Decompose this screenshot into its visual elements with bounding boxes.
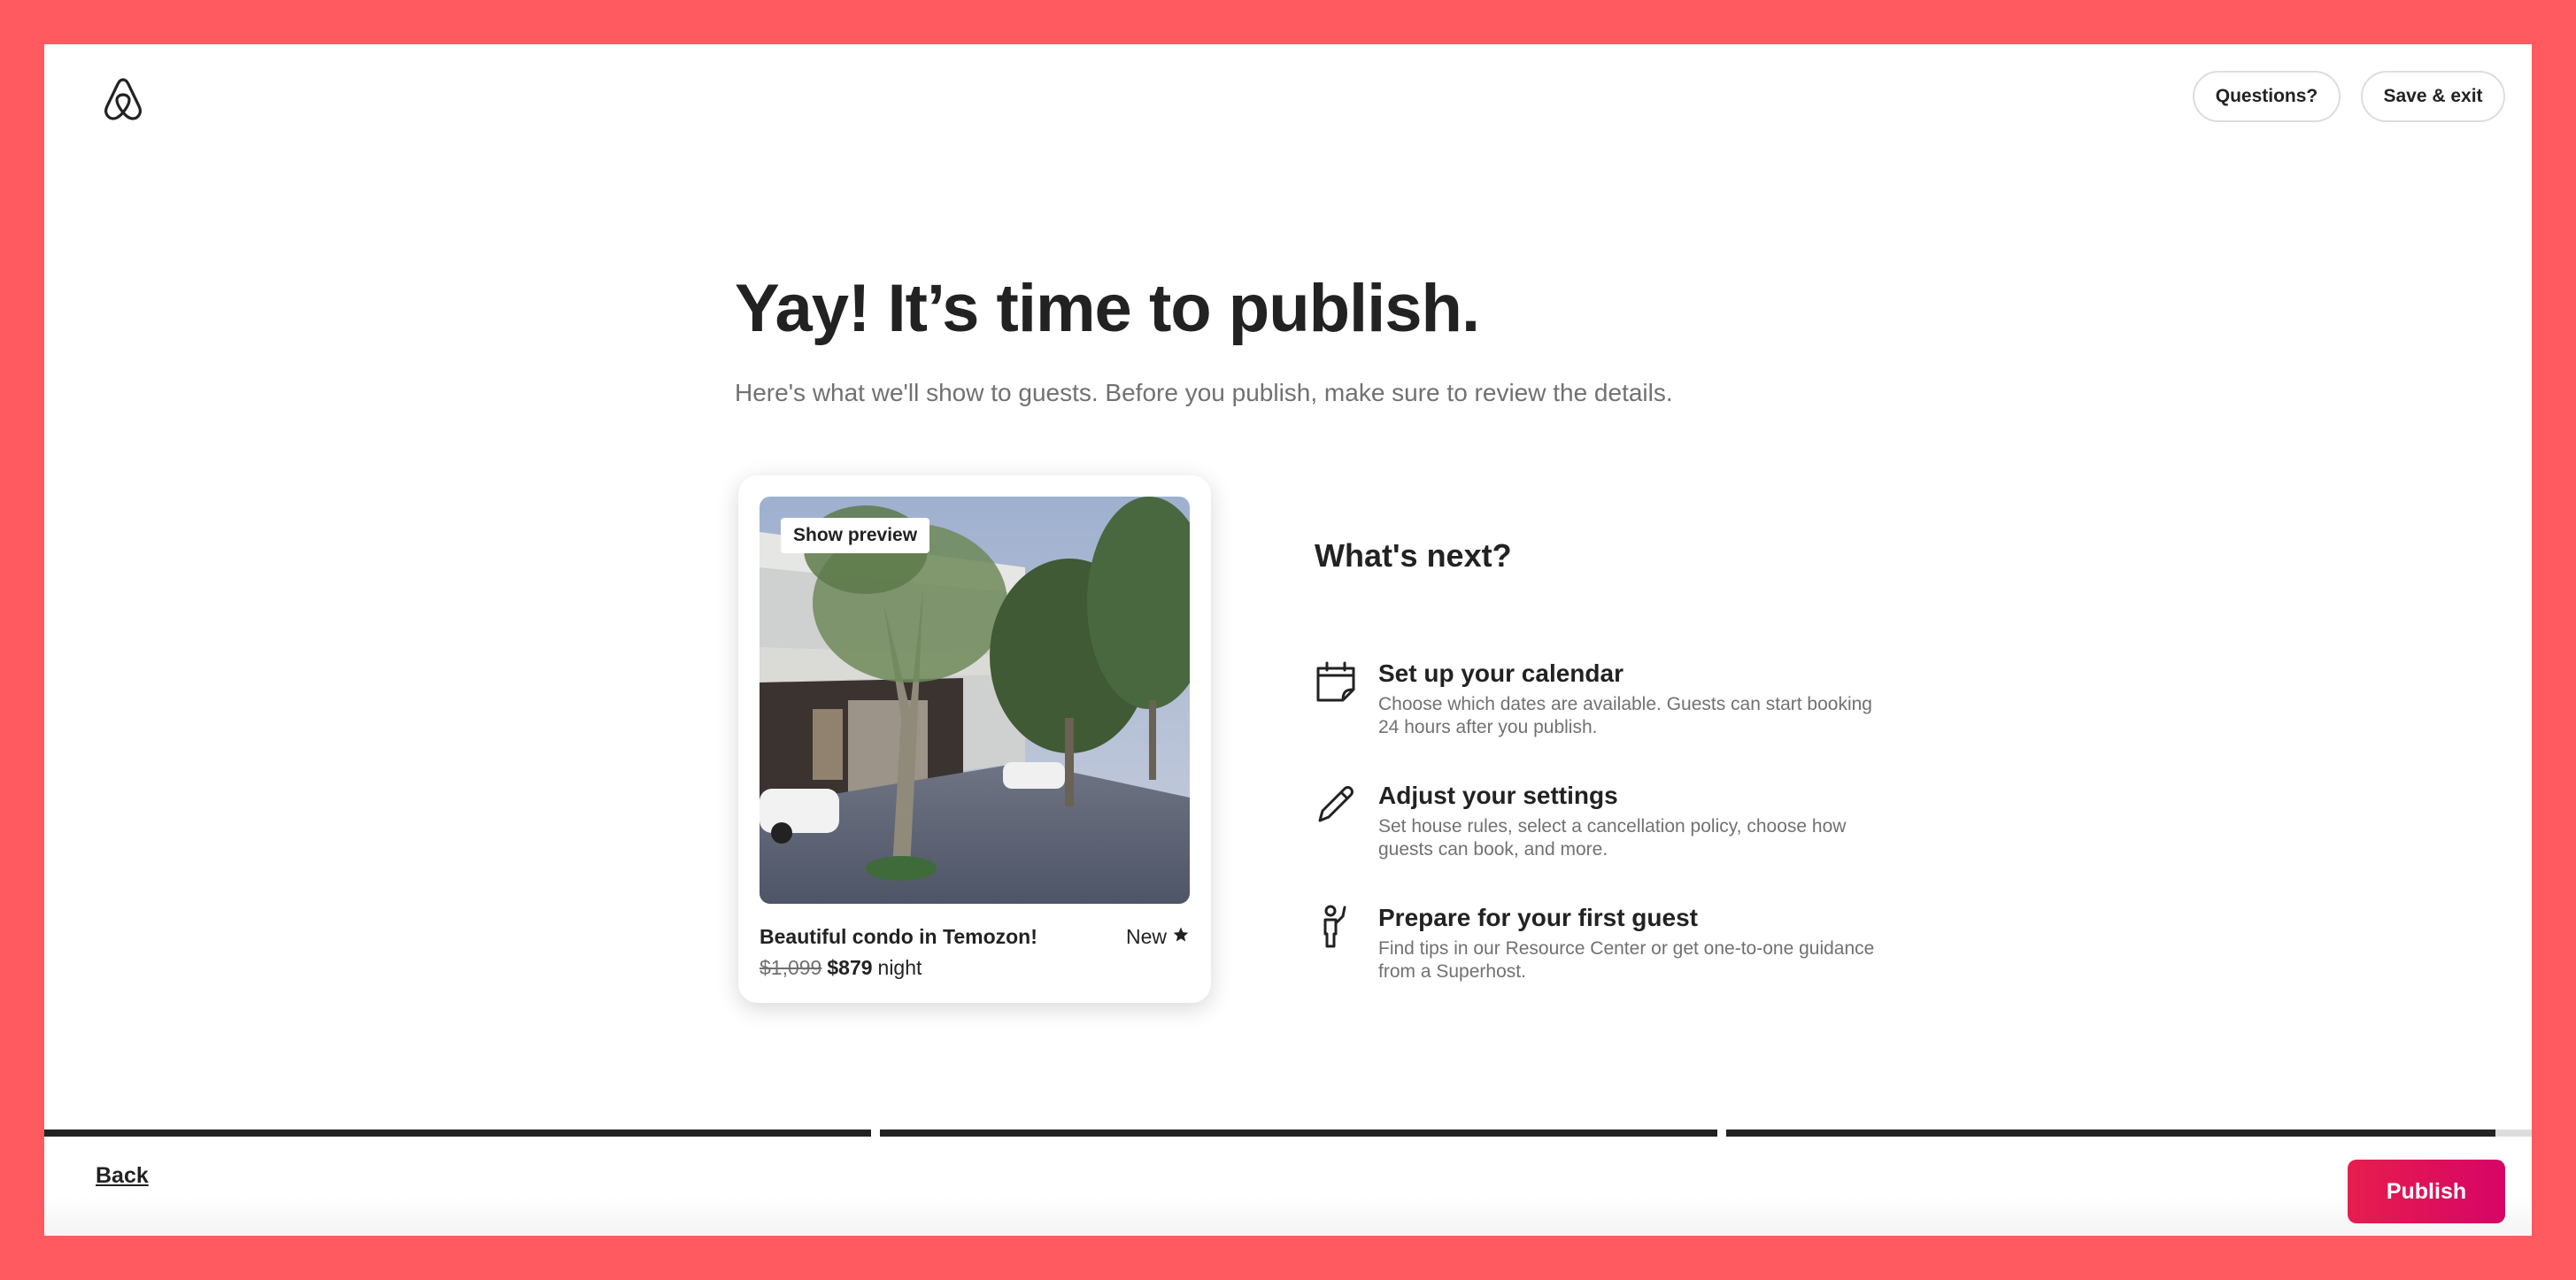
progress-segment-1 <box>44 1130 871 1137</box>
step-title: Set up your calendar <box>1378 659 1623 687</box>
step-description: Find tips in our Resource Center or get … <box>1378 938 1875 982</box>
original-price: $1,099 <box>760 956 822 979</box>
listing-publish-page: Questions? Save & exit Yay! It’s time to… <box>44 44 2532 1236</box>
progress-segment-2 <box>880 1130 1717 1137</box>
progress-segment-3 <box>1726 1130 2532 1137</box>
page-subtitle: Here's what we'll show to guests. Before… <box>735 379 1673 406</box>
step-description: Set house rules, select a cancellation p… <box>1378 816 1847 860</box>
progress-fill <box>880 1130 1717 1137</box>
back-link[interactable]: Back <box>96 1163 149 1189</box>
person-waving-icon <box>1315 904 1357 950</box>
save-exit-button[interactable]: Save & exit <box>2361 71 2505 122</box>
progress-fill <box>1726 1130 2496 1137</box>
footer-bar: Back Publish <box>44 1137 2532 1236</box>
step-title: Adjust your settings <box>1378 782 1618 809</box>
discounted-price: $879 <box>827 956 873 979</box>
show-preview-button[interactable]: Show preview <box>781 518 930 553</box>
new-badge-label: New <box>1125 925 1167 948</box>
listing-price: $1,099 $879 night <box>760 956 922 980</box>
step-title: Prepare for your first guest <box>1378 904 1698 931</box>
step-description: Choose which dates are available. Guests… <box>1378 694 1872 737</box>
publish-button[interactable]: Publish <box>2348 1160 2505 1223</box>
listing-preview-card[interactable]: Show preview Beautiful condo in Temozon!… <box>738 475 1211 1003</box>
listing-photo[interactable]: Show preview <box>760 497 1190 904</box>
listing-title: Beautiful condo in Temozon! <box>760 925 1037 948</box>
page-title: Yay! It’s time to publish. <box>735 271 1480 346</box>
pencil-icon <box>1315 782 1357 828</box>
calendar-icon <box>1315 659 1357 706</box>
progress-fill <box>44 1130 871 1137</box>
new-badge: New <box>1126 925 1190 949</box>
price-unit: night <box>877 956 922 979</box>
whats-next-title: What's next? <box>1315 537 1512 574</box>
airbnb-logo-icon[interactable] <box>102 76 144 122</box>
star-icon <box>1172 925 1190 949</box>
questions-button[interactable]: Questions? <box>2193 71 2341 122</box>
